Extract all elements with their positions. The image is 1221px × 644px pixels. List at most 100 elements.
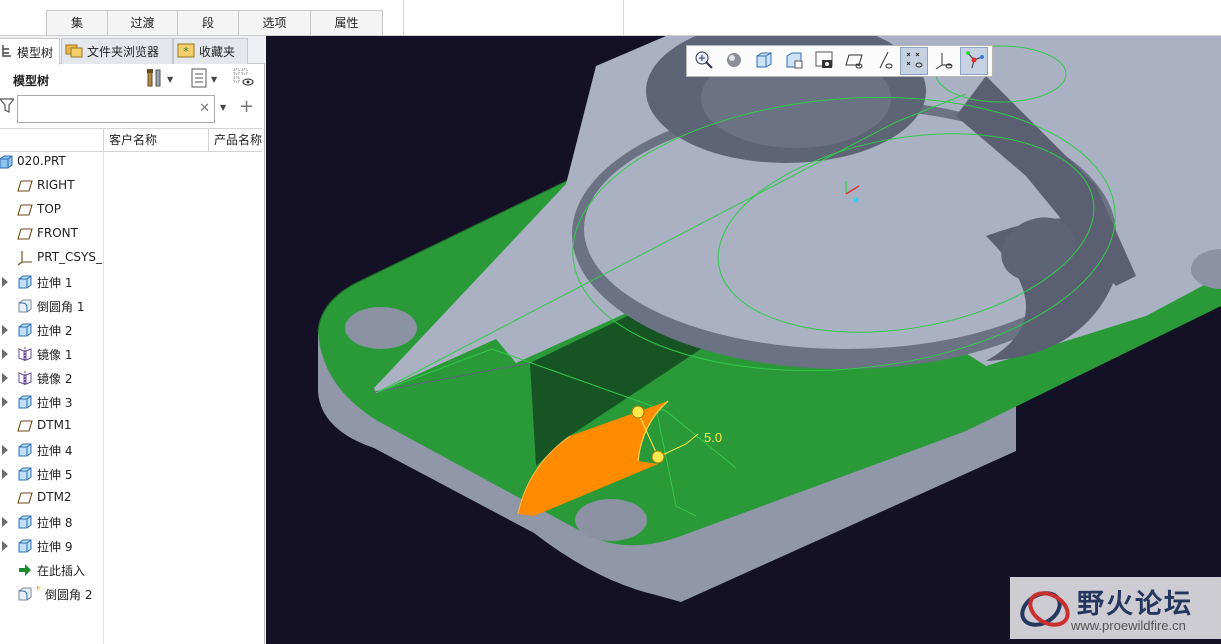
chevron-down-icon[interactable]: ▼ bbox=[220, 103, 226, 112]
tree-search-box: ✕ bbox=[17, 95, 215, 123]
tree-item[interactable]: 镜像 2 bbox=[0, 366, 104, 390]
tab-pieces[interactable]: 段 bbox=[177, 10, 239, 35]
expand-arrow-icon[interactable] bbox=[2, 541, 8, 551]
display-style-icon bbox=[724, 50, 744, 73]
tab-folder-browser[interactable]: 文件夹浏览器 bbox=[61, 38, 173, 64]
extrude-icon bbox=[17, 394, 33, 410]
tree-item-label: 拉伸 8 bbox=[37, 516, 73, 530]
ribbon-divider bbox=[403, 0, 404, 36]
tree-item[interactable]: 在此插入 bbox=[0, 558, 104, 582]
point-display-button[interactable] bbox=[900, 47, 928, 75]
mount-hole bbox=[345, 307, 417, 349]
tab-properties[interactable]: 属性 bbox=[310, 10, 383, 35]
filter-icon[interactable] bbox=[0, 98, 16, 117]
close-icon[interactable]: ✕ bbox=[199, 101, 210, 116]
tree-item[interactable]: 拉伸 4 bbox=[0, 438, 104, 462]
tab-sets[interactable]: 集 bbox=[46, 10, 108, 35]
plane-display-button[interactable] bbox=[840, 47, 868, 75]
navigator-tabs: 模型树 文件夹浏览器 * 收藏夹 bbox=[0, 36, 265, 65]
display-style-button[interactable] bbox=[720, 47, 748, 75]
round-icon bbox=[17, 298, 33, 314]
expand-arrow-icon[interactable] bbox=[2, 445, 8, 455]
zoom-in-icon bbox=[694, 50, 714, 73]
folder-browser-icon bbox=[65, 42, 83, 61]
spin-center-button[interactable] bbox=[960, 47, 988, 75]
tree-item-label: 倒圆角 1 bbox=[37, 300, 85, 314]
appearance-button[interactable] bbox=[810, 47, 838, 75]
settings-tools-icon bbox=[146, 68, 164, 91]
tab-favorites[interactable]: * 收藏夹 bbox=[173, 38, 248, 64]
expand-arrow-icon[interactable] bbox=[2, 277, 8, 287]
tree-item-label: 拉伸 4 bbox=[37, 444, 73, 458]
axis-display-icon bbox=[874, 50, 894, 73]
tree-item[interactable]: 镜像 1 bbox=[0, 342, 104, 366]
tree-item[interactable]: RIGHT bbox=[0, 174, 104, 198]
tree-item[interactable]: ✳ 倒圆角 2 bbox=[0, 582, 104, 606]
tree-item-label: 020.PRT bbox=[17, 154, 66, 168]
tree-item[interactable]: FRONT bbox=[0, 222, 104, 246]
tree-item[interactable]: PRT_CSYS_DEF bbox=[0, 246, 104, 270]
tree-item[interactable]: 拉伸 5 bbox=[0, 462, 104, 486]
tree-item[interactable]: TOP bbox=[0, 198, 104, 222]
tab-transitions[interactable]: 过渡 bbox=[107, 10, 178, 35]
favorites-icon: * bbox=[177, 42, 195, 61]
expand-arrow-icon[interactable] bbox=[2, 397, 8, 407]
tree-item[interactable]: 020.PRT bbox=[0, 150, 104, 174]
tree-item[interactable]: 拉伸 1 bbox=[0, 270, 104, 294]
svg-text:*: * bbox=[183, 45, 189, 58]
tree-item[interactable]: 拉伸 8 bbox=[0, 510, 104, 534]
tree-item-label: 拉伸 5 bbox=[37, 468, 73, 482]
tree-column-header: 客户名称 产品名称 bbox=[0, 128, 262, 152]
spin-center-icon bbox=[964, 50, 984, 73]
tree-item[interactable]: 拉伸 2 bbox=[0, 318, 104, 342]
extrude-icon bbox=[17, 538, 33, 554]
csys-display-button[interactable] bbox=[930, 47, 958, 75]
round-radius-dimension[interactable]: 5.0 bbox=[704, 430, 722, 445]
tree-item[interactable]: 拉伸 3 bbox=[0, 390, 104, 414]
csys-display-icon bbox=[934, 50, 954, 73]
drag-handle[interactable] bbox=[631, 405, 645, 419]
expand-arrow-icon[interactable] bbox=[2, 349, 8, 359]
show-options-button[interactable]: ▼ bbox=[190, 68, 217, 90]
column-product-name[interactable]: 产品名称 bbox=[208, 129, 262, 151]
csys-icon bbox=[17, 250, 33, 266]
expand-arrow-icon[interactable] bbox=[2, 469, 8, 479]
zoom-in-button[interactable] bbox=[690, 47, 718, 75]
tree-item[interactable]: DTM1 bbox=[0, 414, 104, 438]
tree-item-label: PRT_CSYS_DEF bbox=[37, 250, 103, 264]
tab-options[interactable]: 选项 bbox=[238, 10, 311, 35]
tree-item-label: 拉伸 9 bbox=[37, 540, 73, 554]
extrude-icon bbox=[17, 274, 33, 290]
hide-items-button[interactable] bbox=[233, 68, 255, 90]
watermark-title: 野火论坛 bbox=[1077, 589, 1193, 620]
mirror-icon bbox=[17, 346, 33, 362]
axis-display-button[interactable] bbox=[870, 47, 898, 75]
tree-item[interactable]: 倒圆角 1 bbox=[0, 294, 104, 318]
expand-arrow-icon[interactable] bbox=[2, 325, 8, 335]
tree-item[interactable]: 拉伸 9 bbox=[0, 534, 104, 558]
list-settings-icon bbox=[190, 68, 208, 91]
tree-item-label: DTM1 bbox=[37, 418, 72, 432]
extrude-icon bbox=[17, 466, 33, 482]
graphics-window[interactable]: 5.0 野火论坛 www.proewildfire.cn bbox=[266, 36, 1221, 644]
datum-plane-icon bbox=[17, 178, 33, 194]
saved-views-button[interactable] bbox=[750, 47, 778, 75]
datum-plane-icon bbox=[17, 418, 33, 434]
csys-z-axis bbox=[853, 197, 859, 203]
add-icon[interactable]: + bbox=[239, 96, 254, 117]
tree-item-label: 镜像 2 bbox=[37, 372, 73, 386]
chevron-down-icon: ▼ bbox=[167, 74, 174, 84]
tab-model-tree[interactable]: 模型树 bbox=[0, 38, 60, 65]
drag-handle[interactable] bbox=[651, 450, 665, 464]
dashboard-tabs: 集 过渡 段 选项 属性 bbox=[46, 10, 383, 35]
tree-item-label: RIGHT bbox=[37, 178, 75, 192]
tree-item[interactable]: DTM2 bbox=[0, 486, 104, 510]
model-canvas[interactable] bbox=[266, 36, 1221, 644]
tree-item-label: 拉伸 2 bbox=[37, 324, 73, 338]
expand-arrow-icon[interactable] bbox=[2, 373, 8, 383]
column-customer-name[interactable]: 客户名称 bbox=[103, 129, 209, 151]
tree-settings-button[interactable]: ▼ bbox=[146, 68, 173, 90]
expand-arrow-icon[interactable] bbox=[2, 517, 8, 527]
tree-search-input[interactable] bbox=[18, 96, 188, 122]
view-manager-button[interactable] bbox=[780, 47, 808, 75]
